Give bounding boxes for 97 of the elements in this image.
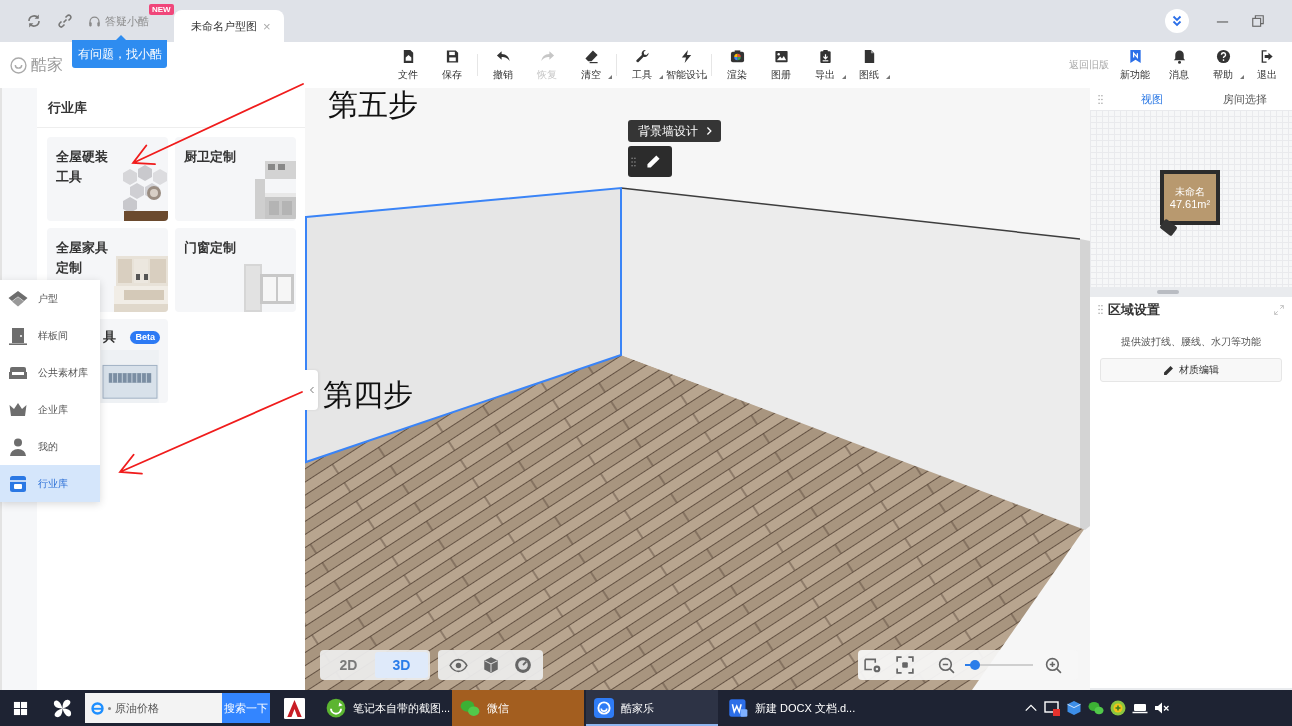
search-field[interactable]: 原油价格 [85, 693, 222, 723]
step-annotation: 第四步 [323, 380, 413, 410]
cabinet-icon [8, 473, 28, 494]
restore-icon[interactable] [1251, 14, 1265, 28]
step-annotation: 第五步 [328, 90, 418, 120]
card-title: 全屋家具定制 [56, 239, 109, 277]
toolbar-button[interactable]: 新功能 [1113, 45, 1157, 85]
pencil-icon[interactable] [646, 154, 661, 169]
toolbar-button[interactable]: 清空 [569, 45, 613, 85]
library-card[interactable]: 厨卫定制 [175, 137, 296, 221]
card-title: 厨卫定制 [184, 148, 237, 166]
toolbar-button[interactable]: 图纸 [847, 45, 891, 85]
logo-icon [10, 56, 27, 74]
help-tooltip: 有问题，找小酷 [72, 35, 167, 68]
cube-icon[interactable] [482, 656, 500, 674]
bell-icon [1171, 48, 1187, 64]
toolbar-button[interactable]: 文件 [386, 45, 430, 85]
chevron-right-icon [704, 126, 714, 136]
camera-icon [729, 48, 745, 64]
chat-bubbles-icon[interactable] [1088, 700, 1104, 716]
room-name: 未命名 [1175, 185, 1205, 197]
toolbar-button[interactable]: 智能设计 [664, 45, 708, 85]
app-logo-text: 酷家 [31, 54, 63, 75]
panel-title: 行业库 [48, 98, 87, 117]
cube-icon[interactable] [1066, 700, 1082, 716]
screen-alert-icon[interactable] [1044, 700, 1060, 716]
taskbar-window-button[interactable]: 笔记本自带的截图... [318, 690, 450, 726]
refresh-icon[interactable] [26, 13, 42, 29]
person-icon [8, 436, 28, 457]
exit-icon [1259, 48, 1275, 64]
cabinet-furniture-drawing [114, 256, 168, 312]
panel-title: 区域设置 [1108, 300, 1160, 319]
roof-icon [8, 288, 28, 309]
toolbar-button[interactable]: 撤销 [481, 45, 525, 85]
document-tab[interactable]: 未命名户型图 × [174, 10, 284, 42]
drag-handle-icon[interactable] [1098, 93, 1103, 105]
speaker-muted-icon[interactable] [1154, 700, 1170, 716]
link-icon[interactable] [57, 13, 73, 29]
card-title: 门窗定制 [184, 239, 237, 257]
card-title: 全屋硬装工具 [56, 148, 109, 186]
kitchen-cabinet-drawing [255, 159, 296, 221]
help-icon [1215, 48, 1231, 64]
eraser-icon [583, 48, 599, 64]
library-card[interactable]: 全屋硬装工具 [47, 137, 168, 221]
clipboard-icon [817, 48, 833, 64]
toolbar-button[interactable]: 渲染 [715, 45, 759, 85]
chevron-left-icon [307, 386, 316, 394]
drag-handle-icon[interactable] [631, 155, 636, 168]
app-icon [283, 697, 305, 719]
headset-icon [88, 14, 101, 28]
plus-circle-icon[interactable] [1110, 700, 1126, 716]
material-edit-button[interactable]: 材质编辑 [1100, 358, 1282, 382]
document-app-icon [728, 698, 748, 718]
toolbar-button[interactable]: 消息 [1157, 45, 1201, 85]
search-button[interactable]: 搜索一下 [222, 693, 270, 723]
windows-icon [12, 700, 28, 716]
toolbar-button[interactable]: 图册 [759, 45, 803, 85]
double-chevron-button[interactable] [1165, 9, 1189, 33]
camera-settings-icon[interactable] [864, 656, 882, 674]
save-icon [444, 48, 460, 64]
bookmark-icon [1127, 48, 1143, 64]
gauge-icon[interactable] [514, 656, 532, 674]
petal-icon [51, 697, 73, 719]
smile-app-icon [594, 698, 614, 718]
zoom-in-icon[interactable] [1045, 656, 1062, 674]
panel-description: 提供波打线、腰线、水刀等功能 [1120, 335, 1262, 349]
focus-icon[interactable] [896, 656, 914, 674]
zoom-out-icon[interactable] [938, 656, 955, 674]
browser-icon [90, 700, 105, 716]
pencil-icon [1163, 364, 1174, 376]
minimap-tab[interactable]: 视图 [1107, 88, 1197, 110]
chat-bubbles-icon [460, 698, 480, 718]
card-title: 具 [102, 329, 116, 344]
taskbar-window-button[interactable]: 酷家乐 [586, 690, 718, 726]
new-badge: NEW [149, 3, 174, 15]
image-icon [773, 48, 789, 64]
toolbar-button[interactable]: 退出 [1245, 45, 1289, 85]
door-window-drawing [244, 264, 296, 312]
beta-badge: Beta [130, 330, 160, 344]
wrench-icon [634, 48, 650, 64]
minimap-tab[interactable]: 房间选择 [1197, 88, 1292, 110]
library-card[interactable]: 门窗定制 [175, 228, 296, 312]
door-icon [8, 325, 28, 346]
resize-handle[interactable] [1157, 290, 1179, 294]
nav-menu-item[interactable]: 行业库 [0, 465, 100, 502]
nav-menu-item[interactable]: 我的 [0, 428, 100, 465]
toolbar-button[interactable]: 保存 [430, 45, 474, 85]
wall-design-button[interactable]: 背景墙设计 [628, 120, 721, 142]
toolbar-button[interactable]: 工具 [620, 45, 664, 85]
drag-handle-icon[interactable] [1098, 304, 1103, 315]
toolbar-button[interactable]: 帮助 [1201, 45, 1245, 85]
slider-thumb[interactable] [970, 660, 981, 670]
switchboard-drawing [100, 350, 160, 403]
taskbar-window-button[interactable]: 微信 [452, 690, 584, 726]
dot-icon [108, 706, 111, 710]
room-area: 47.61m² [1169, 197, 1211, 210]
toolbar-button[interactable]: 导出 [803, 45, 847, 85]
